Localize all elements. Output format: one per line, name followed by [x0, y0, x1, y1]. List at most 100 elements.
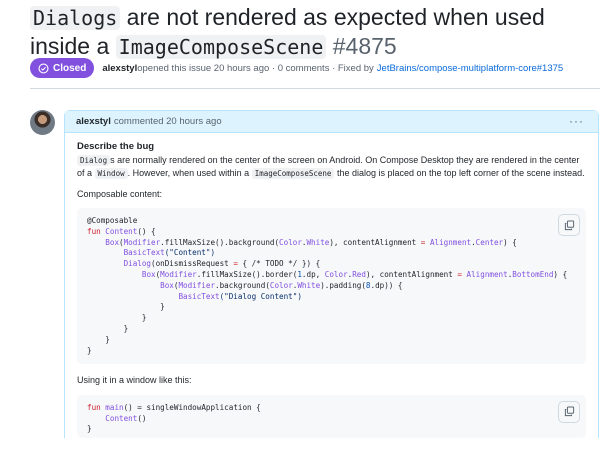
code-token: ), contentAlignment [329, 237, 421, 247]
code-token: White [297, 280, 321, 290]
inline-code: ImageComposeScene [251, 168, 335, 179]
code-token: .background( [215, 280, 270, 290]
comment-box: alexstyl commented 20 hours ago ··· Descri… [64, 110, 599, 439]
code-block-composable: @Composable fun Content() { Box(Modifier.… [77, 208, 586, 365]
code-token: ("Content") [164, 248, 216, 258]
code-token: } [87, 345, 92, 355]
code-token: { /* TODO */ }) { [237, 259, 321, 269]
code-token: Alignment [429, 237, 472, 247]
title-code-scene: ImageComposeScene [115, 35, 327, 59]
code-token: .dp, [301, 269, 325, 279]
divider [30, 88, 600, 89]
copy-button[interactable] [558, 400, 580, 423]
code-token: Modifier [123, 237, 161, 247]
code-token: () = singleWindowApplication { [123, 402, 261, 412]
code-token: BottomEnd [512, 269, 554, 279]
issue-title: Dialogs are not rendered as expected whe… [30, 3, 600, 61]
code-token: () { [137, 226, 156, 236]
closed-check-icon [38, 62, 49, 74]
code-token: } [87, 313, 147, 323]
code-token: } [87, 424, 92, 434]
code-token: main [105, 402, 124, 412]
code-token: fun [87, 226, 106, 236]
bug-description: Dialog s are normally rendered on the cen… [77, 154, 586, 181]
code-token: Color [269, 280, 293, 290]
code-token: @Composable [87, 216, 138, 225]
comment-timestamp[interactable]: commented 20 hours ago [114, 116, 222, 127]
copy-button[interactable] [558, 214, 580, 236]
code-line: Box(Modifier.background(Color.White).pad… [87, 281, 576, 292]
code-line: } [87, 313, 576, 324]
code-token: Content [105, 226, 138, 236]
issue-number: #4875 [332, 33, 397, 59]
code-token: fun [87, 402, 106, 412]
bug-heading: Describe the bug [77, 141, 155, 152]
code-token: Modifier [160, 269, 197, 279]
code-token: .fillMaxSize().background( [160, 237, 280, 247]
copy-icon [564, 406, 574, 417]
avatar[interactable] [30, 110, 55, 135]
code-token: Color [279, 237, 302, 247]
code-line: fun main() = singleWindowApplication { [87, 403, 576, 414]
code-line: Content() [87, 414, 576, 425]
author-link[interactable]: alexstyl [102, 63, 137, 74]
code-token: ) { [503, 237, 517, 247]
inline-code: Window [94, 168, 128, 179]
code-token: .dp)) { [370, 280, 403, 290]
code-token: } [87, 334, 110, 344]
code-token: Box [105, 237, 120, 247]
code-line: } [87, 346, 576, 357]
code-token: BasicText [123, 248, 165, 258]
code-token: ) { [553, 269, 568, 279]
code-token: } [87, 323, 129, 333]
status-label: Closed [53, 62, 87, 74]
code-token: ).padding( [320, 280, 366, 290]
code-token: Content [105, 413, 138, 423]
title-code-dialogs: Dialogs [30, 6, 121, 30]
code-token: Alignment [466, 269, 508, 279]
code-token: Box [141, 269, 156, 279]
text: . However, when used within a [127, 168, 252, 178]
comment-body: Describe the bug Dialog s are normally re… [65, 133, 598, 439]
more-options-icon[interactable]: ··· [569, 114, 584, 128]
fixed-by-link[interactable]: JetBrains/compose-multiplatform-core#137… [377, 63, 563, 74]
inline-code: Dialog [77, 154, 111, 166]
meta-text: opened this issue 20 hours ago · 0 comme… [137, 62, 374, 74]
code-line: Box(Modifier.fillMaxSize().border(1.dp, … [87, 270, 576, 281]
code-token: White [306, 237, 330, 247]
code-line: Dialog(onDismissRequest = { /* TODO */ }… [87, 259, 576, 270]
copy-icon [564, 220, 574, 230]
code-token: () [137, 413, 147, 423]
code-token: Color [324, 269, 348, 279]
code-line: BasicText("Dialog Content") [87, 292, 576, 303]
code-token: ("Dialog Content") [219, 291, 302, 301]
text: the dialog is placed on the top left cor… [334, 168, 585, 178]
comment-header: alexstyl commented 20 hours ago ··· [65, 111, 598, 133]
code-token: Box [160, 280, 174, 290]
code-line: fun Content() { [87, 227, 576, 238]
code-token: BasicText [178, 291, 220, 301]
code-token: Red [352, 269, 366, 279]
code-line: Box(Modifier.fillMaxSize().background(Co… [87, 238, 576, 249]
code-block-main: fun main() = singleWindowApplication { C… [77, 394, 586, 439]
window-usage-label: Using it in a window like this: [77, 375, 192, 386]
code-line: BasicText("Content") [87, 248, 576, 259]
code-line: } [87, 302, 576, 313]
code-line: @Composable [87, 216, 576, 227]
code-token: Dialog [123, 259, 152, 269]
code-token: Modifier [178, 280, 216, 290]
code-token: (onDismissRequest [151, 259, 234, 269]
code-token: ), contentAlignment [365, 269, 458, 279]
code-token: } [87, 302, 165, 312]
code-line: } [87, 335, 576, 346]
code-line: } [87, 424, 576, 435]
comment-author-link[interactable]: alexstyl [76, 116, 111, 127]
code-token: Center [475, 237, 504, 247]
